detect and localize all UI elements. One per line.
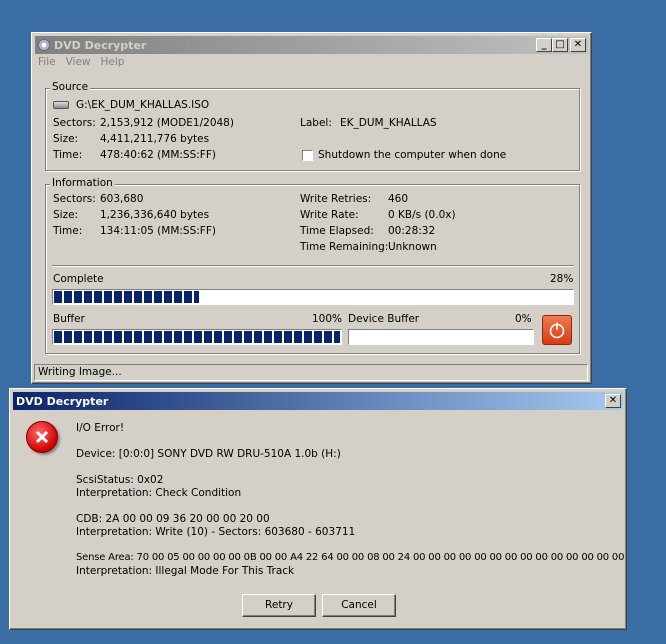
power-icon <box>549 322 565 339</box>
status-text: Writing Image... <box>38 366 122 378</box>
info-size-value: 1,236,336,640 bytes <box>100 209 210 221</box>
device-buffer-label: Device Buffer <box>348 313 420 325</box>
time-remaining-label: Time Remaining: <box>300 241 389 253</box>
minimize-button[interactable]: _ <box>536 38 552 52</box>
error-interpretation-1: Interpretation: Check Condition <box>76 487 242 499</box>
menu-help[interactable]: Help <box>101 56 125 72</box>
write-retries-value: 460 <box>388 193 409 205</box>
time-elapsed-value: 00:28:32 <box>388 225 436 237</box>
buffer-label: Buffer <box>53 313 85 325</box>
device-buffer-progress-bar <box>348 329 534 345</box>
source-time-label: Time: <box>53 149 83 161</box>
info-sectors-label: Sectors: <box>53 193 96 205</box>
buffer-progress-bar <box>52 329 342 345</box>
info-time-label: Time: <box>53 225 83 237</box>
buffer-percent: 100% <box>312 313 343 325</box>
source-size-label: Size: <box>53 133 79 145</box>
source-time-value: 478:40:62 (MM:SS:FF) <box>100 149 216 161</box>
buffer-progress-fill <box>54 331 340 343</box>
device-buffer-percent: 0% <box>515 313 532 325</box>
error-icon <box>26 421 58 453</box>
error-cdb-line: CDB: 2A 00 00 09 36 20 00 00 20 00 <box>76 513 270 525</box>
source-sectors-value: 2,153,912 (MODE1/2048) <box>100 117 234 129</box>
error-titlebar[interactable]: DVD Decrypter ✕ <box>13 392 623 410</box>
error-sense-line: Sense Area: 70 00 05 00 00 00 00 0B 00 0… <box>76 552 625 563</box>
source-label-label: Label: <box>300 117 332 129</box>
source-file: G:\EK_DUM_KHALLAS.ISO <box>76 99 210 111</box>
complete-percent: 28% <box>550 273 574 285</box>
maximize-button[interactable]: □ <box>552 38 568 52</box>
menu-file[interactable]: File <box>38 56 56 72</box>
error-device-line: Device: [0:0:0] SONY DVD RW DRU-510A 1.0… <box>76 448 341 460</box>
error-close-button[interactable]: ✕ <box>605 394 621 408</box>
menu-bar: File View Help <box>38 56 124 72</box>
error-scsistatus-line: ScsiStatus: 0x02 <box>76 474 164 486</box>
error-dialog-title: DVD Decrypter <box>16 394 109 408</box>
info-time-value: 134:11:05 (MM:SS:FF) <box>100 225 216 237</box>
write-rate-label: Write Rate: <box>300 209 359 221</box>
info-sectors-value: 603,680 <box>100 193 144 205</box>
info-divider <box>52 265 574 267</box>
error-interpretation-2: Interpretation: Write (10) - Sectors: 60… <box>76 526 356 538</box>
source-sectors-label: Sectors: <box>53 117 96 129</box>
cancel-button[interactable]: Cancel <box>322 594 396 617</box>
complete-progress-bar <box>52 289 574 305</box>
source-group-label: Source <box>50 81 91 93</box>
shutdown-checkbox[interactable] <box>302 150 313 161</box>
source-label-value: EK_DUM_KHALLAS <box>340 117 437 129</box>
close-button[interactable]: ✕ <box>570 38 586 52</box>
drive-icon <box>53 101 69 109</box>
error-interpretation-3: Interpretation: Illegal Mode For This Tr… <box>76 565 295 577</box>
error-title-line: I/O Error! <box>76 422 125 434</box>
stop-button[interactable] <box>542 315 572 345</box>
information-group-label: Information <box>50 177 115 189</box>
complete-progress-fill <box>54 291 199 303</box>
retry-button[interactable]: Retry <box>242 594 316 617</box>
status-bar: Writing Image... <box>34 364 588 381</box>
source-size-value: 4,411,211,776 bytes <box>100 133 210 145</box>
menu-view[interactable]: View <box>66 56 91 72</box>
shutdown-label[interactable]: Shutdown the computer when done <box>318 149 506 161</box>
write-rate-value: 0 KB/s (0.0x) <box>388 209 456 221</box>
write-retries-label: Write Retries: <box>300 193 372 205</box>
main-window-title: DVD Decrypter <box>54 38 147 52</box>
main-titlebar[interactable]: DVD Decrypter _ □ ✕ <box>35 36 588 54</box>
time-remaining-value: Unknown <box>388 241 437 253</box>
info-size-label: Size: <box>53 209 79 221</box>
disc-icon <box>38 39 50 51</box>
complete-label: Complete <box>53 273 104 285</box>
time-elapsed-label: Time Elapsed: <box>300 225 374 237</box>
